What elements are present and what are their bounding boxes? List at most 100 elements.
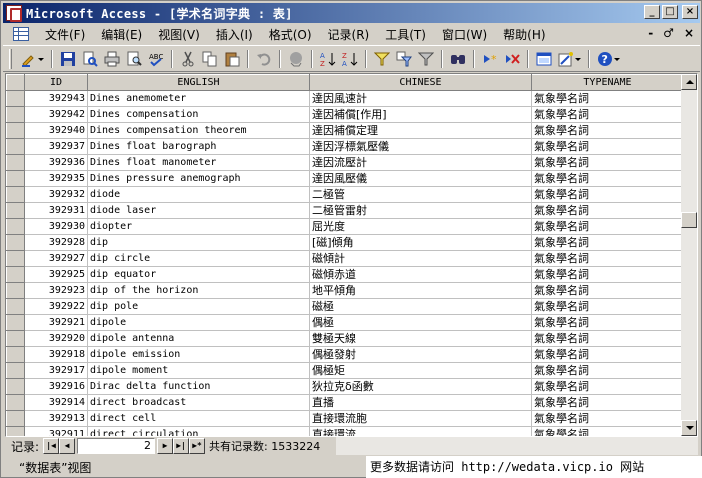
record-selector[interactable] bbox=[6, 314, 25, 331]
cell-typename[interactable]: 氣象學名詞 bbox=[531, 234, 684, 251]
menu-tools[interactable]: 工具(T) bbox=[377, 26, 434, 43]
cell-id[interactable]: 392918 bbox=[24, 346, 88, 363]
cell-typename[interactable]: 氣象學名詞 bbox=[531, 362, 684, 379]
cell-chinese[interactable]: 達因浮標氣壓儀 bbox=[309, 138, 532, 155]
spelling-icon[interactable]: ABC bbox=[148, 51, 164, 67]
table-row[interactable]: 392936 Dines float manometer 達因流壓計 氣象學名詞 bbox=[6, 154, 684, 171]
cell-chinese[interactable]: 達因流壓計 bbox=[309, 154, 532, 171]
cell-english[interactable]: dipole moment bbox=[87, 362, 310, 379]
maximize-button[interactable]: □ bbox=[662, 5, 678, 19]
horizontal-scrollbar[interactable] bbox=[336, 437, 698, 455]
cell-chinese[interactable]: 二極管雷射 bbox=[309, 202, 532, 219]
view-dropdown-arrow[interactable] bbox=[38, 51, 44, 67]
cell-chinese[interactable]: 地平傾角 bbox=[309, 282, 532, 299]
cell-chinese[interactable]: 磁傾赤道 bbox=[309, 266, 532, 283]
cell-chinese[interactable]: 直接環流胞 bbox=[309, 410, 532, 427]
menu-view[interactable]: 视图(V) bbox=[150, 26, 208, 43]
scroll-up-button[interactable] bbox=[681, 74, 697, 90]
cell-chinese[interactable]: 偶極發射 bbox=[309, 346, 532, 363]
cell-english[interactable]: Dirac delta function bbox=[87, 378, 310, 395]
cell-typename[interactable]: 氣象學名詞 bbox=[531, 330, 684, 347]
menu-window[interactable]: 窗口(W) bbox=[434, 26, 495, 43]
cell-typename[interactable]: 氣象學名詞 bbox=[531, 186, 684, 203]
cell-typename[interactable]: 氣象學名詞 bbox=[531, 202, 684, 219]
cell-typename[interactable]: 氣象學名詞 bbox=[531, 378, 684, 395]
menu-records[interactable]: 记录(R) bbox=[320, 26, 378, 43]
cell-id[interactable]: 392943 bbox=[24, 90, 88, 107]
cell-english[interactable]: dip circle bbox=[87, 250, 310, 267]
cell-chinese[interactable]: [磁]傾角 bbox=[309, 234, 532, 251]
table-row[interactable]: 392920 dipole antenna 雙極天線 氣象學名詞 bbox=[6, 330, 684, 347]
cell-id[interactable]: 392921 bbox=[24, 314, 88, 331]
record-selector[interactable] bbox=[6, 346, 25, 363]
record-selector[interactable] bbox=[6, 154, 25, 171]
table-row[interactable]: 392918 dipole emission 偶極發射 氣象學名詞 bbox=[6, 346, 684, 363]
insert-hyperlink-icon[interactable] bbox=[288, 51, 304, 67]
cell-english[interactable]: Dines compensation bbox=[87, 106, 310, 123]
cell-chinese[interactable]: 直接環流 bbox=[309, 426, 532, 436]
print-icon[interactable] bbox=[104, 51, 120, 67]
cell-id[interactable]: 392913 bbox=[24, 410, 88, 427]
table-row[interactable]: 392943 Dines anemometer 達因風速計 氣象學名詞 bbox=[6, 90, 684, 107]
new-object-dropdown-arrow[interactable] bbox=[575, 51, 581, 67]
copy-icon[interactable] bbox=[202, 51, 218, 67]
cell-typename[interactable]: 氣象學名詞 bbox=[531, 410, 684, 427]
record-selector[interactable] bbox=[6, 138, 25, 155]
cell-english[interactable]: Dines pressure anemograph bbox=[87, 170, 310, 187]
table-row[interactable]: 392922 dip pole 磁極 氣象學名詞 bbox=[6, 298, 684, 315]
cell-id[interactable]: 392937 bbox=[24, 138, 88, 155]
table-row[interactable]: 392940 Dines compensation theorem 達因補償定理 氣象… bbox=[6, 122, 684, 139]
scroll-down-button[interactable] bbox=[681, 420, 697, 436]
cell-english[interactable]: dip equator bbox=[87, 266, 310, 283]
record-selector[interactable] bbox=[6, 122, 25, 139]
menu-edit[interactable]: 编辑(E) bbox=[93, 26, 150, 43]
first-record-button[interactable]: |◀ bbox=[43, 438, 60, 454]
cell-typename[interactable]: 氣象學名詞 bbox=[531, 90, 684, 107]
table-document-icon[interactable] bbox=[13, 27, 29, 41]
filter-by-selection-icon[interactable] bbox=[373, 51, 391, 67]
cell-id[interactable]: 392942 bbox=[24, 106, 88, 123]
menu-format[interactable]: 格式(O) bbox=[261, 26, 320, 43]
doc-restore-button[interactable]: ♂ bbox=[663, 26, 674, 40]
cell-english[interactable]: Dines float barograph bbox=[87, 138, 310, 155]
cell-typename[interactable]: 氣象學名詞 bbox=[531, 154, 684, 171]
doc-close-button[interactable]: × bbox=[684, 26, 694, 40]
record-selector[interactable] bbox=[6, 218, 25, 235]
cell-english[interactable]: dipole antenna bbox=[87, 330, 310, 347]
record-selector[interactable] bbox=[6, 362, 25, 379]
cell-chinese[interactable]: 達因風速計 bbox=[309, 90, 532, 107]
next-record-button[interactable]: ▶ bbox=[157, 438, 174, 454]
help-icon[interactable]: ? bbox=[597, 51, 613, 67]
cell-typename[interactable]: 氣象學名詞 bbox=[531, 138, 684, 155]
record-selector[interactable] bbox=[6, 426, 25, 436]
delete-record-icon[interactable] bbox=[504, 51, 520, 67]
column-header-english[interactable]: ENGLISH bbox=[87, 74, 310, 91]
record-selector[interactable] bbox=[6, 250, 25, 267]
design-view-icon[interactable] bbox=[21, 51, 37, 67]
previous-record-button[interactable]: ◀ bbox=[59, 438, 76, 454]
cell-id[interactable]: 392932 bbox=[24, 186, 88, 203]
record-selector[interactable] bbox=[6, 298, 25, 315]
cell-typename[interactable]: 氣象學名詞 bbox=[531, 106, 684, 123]
cell-typename[interactable]: 氣象學名詞 bbox=[531, 170, 684, 187]
apply-filter-icon[interactable] bbox=[417, 51, 435, 67]
cell-chinese[interactable]: 狄拉克δ函數 bbox=[309, 378, 532, 395]
current-record-input[interactable]: 2 bbox=[77, 438, 156, 454]
cell-chinese[interactable]: 達因補償[作用] bbox=[309, 106, 532, 123]
record-selector[interactable] bbox=[6, 378, 25, 395]
select-all-corner[interactable] bbox=[6, 74, 25, 91]
cell-id[interactable]: 392922 bbox=[24, 298, 88, 315]
paste-icon[interactable] bbox=[224, 51, 240, 67]
table-row[interactable]: 392935 Dines pressure anemograph 達因風壓儀 氣象學名… bbox=[6, 170, 684, 187]
close-button[interactable]: × bbox=[682, 5, 698, 19]
new-record-icon[interactable]: * bbox=[482, 51, 498, 67]
table-row[interactable]: 392930 diopter 屈光度 氣象學名詞 bbox=[6, 218, 684, 235]
cell-id[interactable]: 392914 bbox=[24, 394, 88, 411]
cell-chinese[interactable]: 偶極矩 bbox=[309, 362, 532, 379]
cell-id[interactable]: 392930 bbox=[24, 218, 88, 235]
cell-typename[interactable]: 氣象學名詞 bbox=[531, 122, 684, 139]
record-selector[interactable] bbox=[6, 410, 25, 427]
cell-english[interactable]: diopter bbox=[87, 218, 310, 235]
column-header-chinese[interactable]: CHINESE bbox=[309, 74, 532, 91]
filter-by-form-icon[interactable] bbox=[396, 51, 412, 67]
